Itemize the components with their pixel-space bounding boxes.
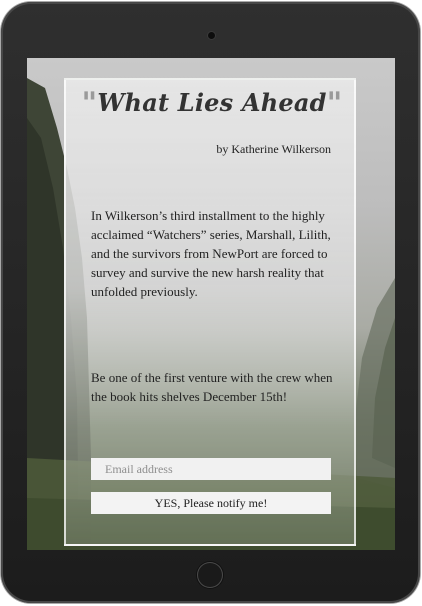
book-author: by Katherine Wilkerson <box>216 142 331 156</box>
tablet-frame: "What Lies Ahead" by Katherine Wilkerson… <box>1 2 420 603</box>
title-close-quote: " <box>326 86 343 121</box>
notify-me-button[interactable]: YES, Please notify me! <box>91 492 331 514</box>
home-button[interactable] <box>197 562 223 588</box>
book-description: In Wilkerson’s third installment to the … <box>91 208 331 299</box>
title-open-quote: " <box>81 86 98 121</box>
tablet-screen: "What Lies Ahead" by Katherine Wilkerson… <box>27 58 395 550</box>
book-title-text: What Lies Ahead <box>97 88 327 117</box>
release-announcement: Be one of the first venture with the cre… <box>91 370 333 404</box>
email-input[interactable] <box>91 458 331 480</box>
book-title: "What Lies Ahead" <box>77 86 347 121</box>
front-camera <box>208 32 215 39</box>
